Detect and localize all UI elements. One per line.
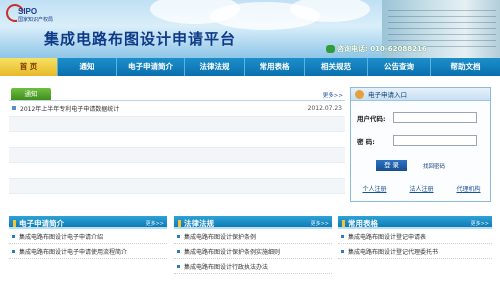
notice-header: 通知 更多>> [9,87,345,101]
nav-forms[interactable]: 常用表格 [245,58,305,76]
agency-link[interactable]: 代理机构 [456,184,480,193]
legal-entity-register-link[interactable]: 法人注册 [409,184,433,193]
column-title: 常用表格 [342,218,378,229]
personal-register-link[interactable]: 个人注册 [362,184,386,193]
laws-column: 法律法规 更多>> 集成电路布图设计保护条例 集成电路布图设计保护条例实施细则 … [174,216,332,282]
nav-home[interactable]: 首 页 [0,58,58,76]
user-code-label: 用户代码: [357,114,386,123]
notice-panel: 通知 更多>> 2012年上半年专利电子申请数据统计 2012.07.23 [9,87,345,202]
bullet-icon [177,249,180,253]
column-title: 法律法规 [178,218,214,229]
login-header: 电子申请入口 [351,88,490,101]
site-header: SIPO 国家知识产权局 集成电路布图设计申请平台 咨询电话: 010-6208… [0,0,500,58]
column-header: 电子申请简介 更多>> [9,216,167,229]
nav-announcement-query[interactable]: 公告查询 [368,58,431,76]
nav-notice[interactable]: 通知 [58,58,117,76]
forms-column: 常用表格 更多>> 集成电路布图设计登记申请表 集成电路布图设计登记代理委托书 [338,216,492,282]
column-more-link[interactable]: 更多>> [146,220,164,227]
nav-help-docs[interactable]: 帮助文档 [431,58,500,76]
notice-row [9,178,345,194]
list-item[interactable]: 集成电路布图设计保护条例实施细则 [174,244,332,259]
list-item-text[interactable]: 集成电路布图设计登记申请表 [348,232,426,241]
user-code-row: 用户代码: [357,112,477,123]
list-item[interactable]: 集成电路布图设计登记代理委托书 [338,244,492,259]
logo-text: SIPO [18,7,38,16]
site-title: 集成电路布图设计申请平台 [44,30,237,48]
list-item[interactable]: 集成电路布图设计电子申请使用流程简介 [9,244,167,259]
hotline: 咨询电话: 010-62088216 [326,44,427,54]
nav-specs[interactable]: 相关规范 [305,58,368,76]
column-header: 常用表格 更多>> [338,216,492,229]
registration-links: 个人注册 法人注册 代理机构 [351,184,492,193]
list-item-text[interactable]: 集成电路布图设计行政执法办法 [184,262,268,271]
list-item-text[interactable]: 集成电路布图设计保护条例 [184,232,256,241]
nav-strip [0,76,500,84]
bullet-icon [177,234,180,238]
list-item[interactable]: 集成电路布图设计保护条例 [174,229,332,244]
password-label: 密 码: [357,137,375,146]
notice-row [9,163,345,179]
logo-subtitle: 国家知识产权局 [18,17,54,23]
column-more-link[interactable]: 更多>> [311,220,329,227]
phone-icon [326,45,335,53]
column-more-link[interactable]: 更多>> [471,220,489,227]
list-item-text[interactable]: 集成电路布图设计登记代理委托书 [348,247,438,256]
list-item-text[interactable]: 集成电路布图设计电子申请介绍 [19,232,103,241]
nav-e-application-intro[interactable]: 电子申请简介 [117,58,185,76]
bullet-icon [177,264,180,268]
notice-row[interactable]: 2012年上半年专利电子申请数据统计 2012.07.23 [9,101,345,117]
forgot-password-link[interactable]: 找回密码 [423,162,445,170]
notice-row [9,147,345,163]
hotline-text: 咨询电话: 010-62088216 [337,45,427,53]
notice-title[interactable]: 2012年上半年专利电子申请数据统计 [20,104,308,113]
bullet-icon [12,106,16,111]
intro-column: 电子申请简介 更多>> 集成电路布图设计电子申请介绍 集成电路布图设计电子申请使… [9,216,167,282]
notice-tab[interactable]: 通知 [11,88,51,100]
password-row: 密 码: [357,135,477,146]
notice-date: 2012.07.23 [307,104,342,112]
notice-list: 2012年上半年专利电子申请数据统计 2012.07.23 [9,101,345,194]
list-item[interactable]: 集成电路布图设计电子申请介绍 [9,229,167,244]
list-item[interactable]: 集成电路布图设计登记申请表 [338,229,492,244]
login-button[interactable]: 登 录 [376,160,407,171]
list-item[interactable]: 集成电路布图设计行政执法办法 [174,259,332,274]
main-nav: 首 页 通知 电子申请简介 法律法规 常用表格 相关规范 公告查询 帮助文档 [0,58,500,76]
user-icon [355,89,364,99]
nav-laws[interactable]: 法律法规 [185,58,245,76]
list-item-text[interactable]: 集成电路布图设计电子申请使用流程简介 [19,247,127,256]
login-title: 电子申请入口 [368,91,407,99]
bullet-icon [12,249,15,253]
bullet-icon [341,234,344,238]
notice-row [9,132,345,148]
sipo-logo[interactable]: SIPO 国家知识产权局 [2,0,66,26]
column-title: 电子申请简介 [13,218,64,229]
bullet-icon [12,234,15,238]
login-panel: 电子申请入口 用户代码: 密 码: 登 录 找回密码 个人注册 法人注册 代理机… [350,87,491,202]
password-input[interactable] [393,135,477,146]
bullet-icon [341,249,344,253]
notice-more-link[interactable]: 更多>> [323,91,343,99]
user-code-input[interactable] [393,112,477,123]
list-item-text[interactable]: 集成电路布图设计保护条例实施细则 [184,247,280,256]
column-header: 法律法规 更多>> [174,216,332,229]
notice-row [9,116,345,132]
